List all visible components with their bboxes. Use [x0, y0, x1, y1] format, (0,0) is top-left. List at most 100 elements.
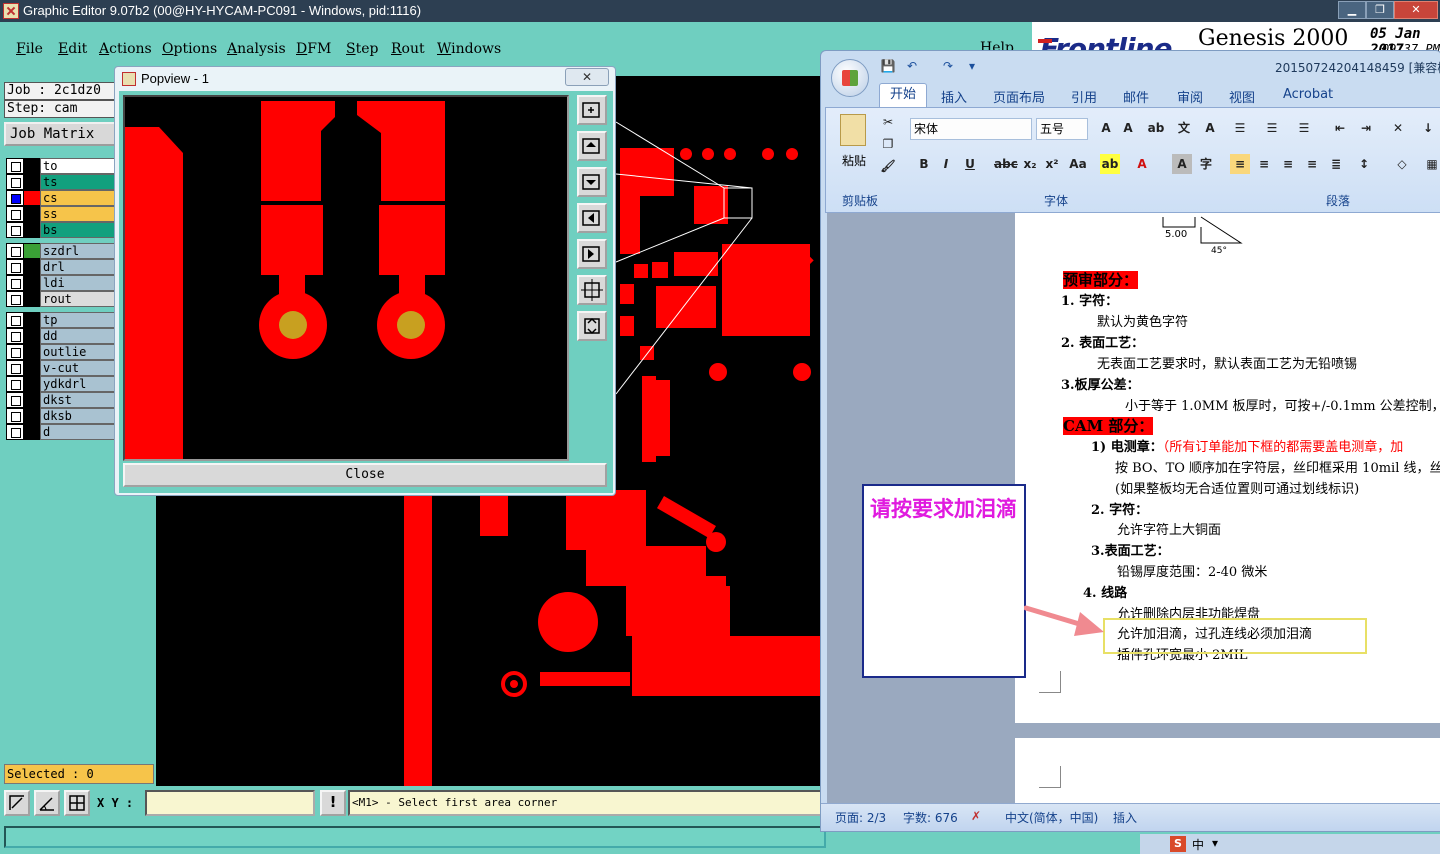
grid-tool-button[interactable]: [64, 790, 90, 816]
menu-actions[interactable]: Actions: [99, 41, 152, 57]
layer-color-swatch[interactable]: [24, 392, 40, 408]
minimize-button[interactable]: ▁: [1338, 1, 1366, 19]
cut-icon[interactable]: ✂: [878, 112, 898, 132]
tab-insert[interactable]: 插入: [941, 87, 967, 106]
layer-row-tp[interactable]: tp: [6, 312, 116, 328]
layer-name[interactable]: outlie: [40, 344, 116, 360]
borders-icon[interactable]: ▦: [1422, 154, 1440, 174]
layer-row-cs[interactable]: cs: [6, 190, 116, 206]
tab-acrobat[interactable]: Acrobat: [1283, 87, 1333, 102]
numbering-icon[interactable]: ☰: [1262, 118, 1282, 138]
phonetic-guide-icon[interactable]: 文: [1174, 118, 1194, 138]
language-indicator[interactable]: 中文(简体，中国): [1005, 809, 1098, 826]
insert-mode-indicator[interactable]: 插入: [1113, 809, 1137, 826]
layer-row-dd[interactable]: dd: [6, 328, 116, 344]
font-color-button[interactable]: A: [1132, 154, 1152, 174]
layer-color-swatch[interactable]: [24, 190, 40, 206]
popview-zoom-in-button[interactable]: [577, 95, 607, 125]
layer-row-dkst[interactable]: dkst: [6, 392, 116, 408]
measure-tool-button[interactable]: [34, 790, 60, 816]
tray-chevron-icon[interactable]: ▾: [1212, 836, 1218, 850]
menu-edit[interactable]: Edit: [58, 41, 87, 57]
layer-name[interactable]: d: [40, 424, 116, 440]
font-size-select[interactable]: 五号: [1036, 118, 1088, 140]
popview-close-x-button[interactable]: ✕: [565, 68, 609, 86]
layer-color-swatch[interactable]: [24, 259, 40, 275]
char-border-icon[interactable]: A: [1200, 118, 1220, 138]
menu-options[interactable]: Options: [162, 41, 217, 57]
subscript-button[interactable]: x₂: [1020, 154, 1040, 174]
popview-close-button[interactable]: Close: [123, 463, 607, 487]
layer-name[interactable]: v-cut: [40, 360, 116, 376]
decrease-indent-icon[interactable]: ⇤: [1330, 118, 1350, 138]
layer-name[interactable]: dkst: [40, 392, 116, 408]
undo-icon[interactable]: ↶: [903, 59, 921, 75]
layer-checkbox[interactable]: [6, 158, 24, 174]
punctuation-icon[interactable]: 中: [1192, 836, 1204, 853]
chinese-layout-icon[interactable]: ✕: [1388, 118, 1408, 138]
layer-color-swatch[interactable]: [24, 158, 40, 174]
page-count[interactable]: 页面: 2/3: [835, 809, 886, 826]
bold-button[interactable]: B: [914, 154, 934, 174]
layer-name[interactable]: bs: [40, 222, 116, 238]
layer-color-swatch[interactable]: [24, 174, 40, 190]
layer-name[interactable]: dksb: [40, 408, 116, 424]
xy-coordinate-input[interactable]: [145, 790, 315, 816]
layer-color-swatch[interactable]: [24, 408, 40, 424]
align-center-icon[interactable]: ≡: [1254, 154, 1274, 174]
layer-row-v-cut[interactable]: v-cut: [6, 360, 116, 376]
layer-color-swatch[interactable]: [24, 376, 40, 392]
align-left-icon[interactable]: ≡: [1230, 154, 1250, 174]
layer-color-swatch[interactable]: [24, 291, 40, 307]
layer-row-bs[interactable]: bs: [6, 222, 116, 238]
menu-analysis[interactable]: Analysis: [227, 41, 286, 57]
layer-checkbox[interactable]: [6, 291, 24, 307]
tab-review[interactable]: 审阅: [1177, 87, 1203, 106]
increase-indent-icon[interactable]: ⇥: [1356, 118, 1376, 138]
layer-row-ldi[interactable]: ldi: [6, 275, 116, 291]
document-page[interactable]: [1015, 738, 1440, 808]
layer-color-swatch[interactable]: [24, 222, 40, 238]
popview-zoom-out-button[interactable]: [577, 311, 607, 341]
layer-checkbox[interactable]: [6, 174, 24, 190]
layer-row-to[interactable]: to: [6, 158, 116, 174]
layer-name[interactable]: szdrl: [40, 243, 116, 259]
format-painter-icon[interactable]: 🖌: [878, 156, 898, 176]
layer-checkbox[interactable]: [6, 243, 24, 259]
align-right-icon[interactable]: ≡: [1278, 154, 1298, 174]
menu-rout[interactable]: Rout: [391, 41, 425, 57]
copy-icon[interactable]: ❐: [878, 134, 898, 154]
layer-name[interactable]: dd: [40, 328, 116, 344]
layer-color-swatch[interactable]: [24, 312, 40, 328]
save-icon[interactable]: 💾: [879, 59, 897, 75]
layer-name[interactable]: ydkdrl: [40, 376, 116, 392]
multilevel-list-icon[interactable]: ☰: [1294, 118, 1314, 138]
layer-row-outlie[interactable]: outlie: [6, 344, 116, 360]
highlight-button[interactable]: ab: [1100, 154, 1120, 174]
layer-checkbox[interactable]: [6, 376, 24, 392]
snap-tool-button[interactable]: [4, 790, 30, 816]
maximize-button[interactable]: ❐: [1366, 1, 1394, 19]
menu-file[interactable]: File: [16, 41, 43, 57]
layer-checkbox[interactable]: [6, 328, 24, 344]
distribute-icon[interactable]: ≣: [1326, 154, 1346, 174]
line-spacing-icon[interactable]: ↕: [1354, 154, 1374, 174]
popview-pan-right-button[interactable]: [577, 239, 607, 269]
tab-references[interactable]: 引用: [1071, 87, 1097, 106]
word-count[interactable]: 字数: 676: [903, 809, 958, 826]
layer-row-szdrl[interactable]: szdrl: [6, 243, 116, 259]
layer-color-swatch[interactable]: [24, 328, 40, 344]
layer-checkbox[interactable]: [6, 222, 24, 238]
layer-checkbox[interactable]: [6, 190, 24, 206]
popview-pan-up-button[interactable]: [577, 131, 607, 161]
shading-icon[interactable]: ◇: [1392, 154, 1412, 174]
layer-checkbox[interactable]: [6, 424, 24, 440]
layer-row-drl[interactable]: drl: [6, 259, 116, 275]
layer-checkbox[interactable]: [6, 259, 24, 275]
layer-row-rout[interactable]: rout: [6, 291, 116, 307]
layer-checkbox[interactable]: [6, 312, 24, 328]
input-method-icon[interactable]: S: [1170, 836, 1186, 852]
layer-checkbox[interactable]: [6, 206, 24, 222]
popview-fit-button[interactable]: [577, 275, 607, 305]
shrink-font-icon[interactable]: A: [1118, 118, 1138, 138]
